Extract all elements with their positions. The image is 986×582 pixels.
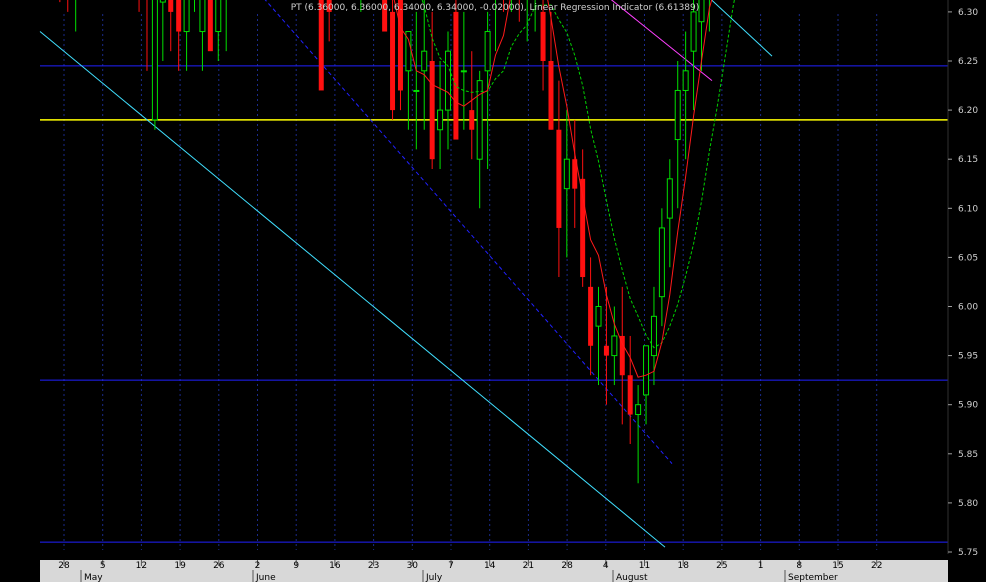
x-tick-label: 16 [329, 561, 341, 571]
x-tick-label: 8 [796, 561, 802, 571]
x-tick-label: 23 [368, 561, 379, 571]
candle-body-up [563, 158, 570, 190]
candle-body-up [650, 315, 657, 357]
y-tick-label: 6.05 [958, 253, 978, 263]
x-tick-label: 14 [484, 561, 496, 571]
x-tick-label: 12 [136, 561, 147, 571]
candle-body-up [421, 50, 428, 72]
chart-title: PT (6.36000, 6.36000, 6.34000, 6.34000, … [291, 3, 700, 13]
y-tick-label: 5.80 [958, 499, 978, 509]
y-tick-label: 5.75 [958, 548, 978, 558]
candle-body-down [588, 286, 594, 346]
candle-body-up [159, 0, 166, 3]
x-tick-label: 30 [407, 561, 419, 571]
x-tick-label: 19 [174, 561, 186, 571]
candle-body-down [627, 375, 633, 415]
candle-body-up [215, 0, 222, 33]
x-tick-label: 4 [603, 561, 609, 571]
y-tick-label: 5.95 [958, 352, 978, 362]
y-tick-label: 6.30 [958, 8, 978, 18]
x-tick-label: 21 [523, 561, 534, 571]
candle-body-up [476, 80, 483, 160]
x-tick-label: 28 [58, 561, 70, 571]
x-tick-label: 1 [758, 561, 764, 571]
y-tick-label: 6.10 [958, 204, 978, 214]
y-tick-label: 5.90 [958, 401, 978, 411]
month-label: September [788, 573, 838, 582]
x-tick-label: 7 [448, 561, 454, 571]
candle-body-up [460, 70, 467, 73]
y-tick-label: 6.25 [958, 57, 978, 67]
x-tick-label: 26 [213, 561, 225, 571]
candle-body-up [698, 0, 705, 23]
y-tick-label: 5.85 [958, 450, 978, 460]
month-label: July [425, 573, 443, 582]
candle-body-up [674, 89, 681, 141]
candle-body-down [390, 11, 396, 111]
candle-body-down [168, 0, 174, 12]
candle-body-down [429, 61, 435, 160]
candle-body-up [484, 31, 491, 72]
candle-body-up [658, 227, 665, 298]
candle-body-up [445, 50, 451, 111]
x-tick-label: 2 [255, 561, 261, 571]
month-label: August [616, 573, 648, 582]
y-tick-label: 6.00 [958, 303, 978, 313]
y-tick-label: 6.15 [958, 155, 978, 165]
x-tick-label: 5 [100, 561, 106, 571]
candle-body-up [635, 404, 642, 416]
candle-body-down [453, 11, 459, 140]
candle-body-down [207, 0, 213, 52]
candle-body-up [413, 89, 420, 92]
candle-body-down [556, 129, 562, 228]
candle-body-up [199, 0, 206, 33]
candle-body-down [540, 11, 546, 61]
x-tick-label: 15 [832, 561, 843, 571]
candle-body-up [666, 178, 673, 219]
candle-body-up [595, 306, 602, 327]
candle-body-up [183, 0, 190, 33]
candle-body-down [619, 335, 625, 376]
candle-body-down [580, 178, 586, 278]
month-label: June [255, 573, 276, 582]
candle-body-down [603, 345, 609, 356]
candle-body-up [690, 11, 697, 52]
candle-body-up [643, 345, 650, 396]
candle-body-down [548, 61, 554, 130]
month-label: May [84, 573, 103, 582]
candle-body-up [151, 0, 158, 121]
candle-body-down [469, 110, 475, 130]
x-tick-label: 18 [677, 561, 689, 571]
x-tick-label: 22 [871, 561, 882, 571]
candle-body-up [437, 109, 444, 131]
x-tick-label: 25 [716, 561, 727, 571]
candle-body-up [611, 335, 618, 357]
candle-body-down [318, 0, 324, 91]
candle-body-down [397, 0, 403, 91]
x-tick-label: 11 [639, 561, 650, 571]
x-tick-label: 28 [561, 561, 573, 571]
x-axis: 28 5 12 19 26 2 9 16 23 30 7 14 21 28 4 11 18 25 1 8 15 22May… [40, 560, 948, 582]
x-tick-label: 9 [293, 561, 299, 571]
y-tick-label: 6.20 [958, 106, 978, 116]
price-chart: 6.806.756.706.656.606.556.506.456.406.35… [0, 0, 986, 582]
candle-body-down [176, 0, 182, 32]
candle-body-up [682, 70, 689, 91]
